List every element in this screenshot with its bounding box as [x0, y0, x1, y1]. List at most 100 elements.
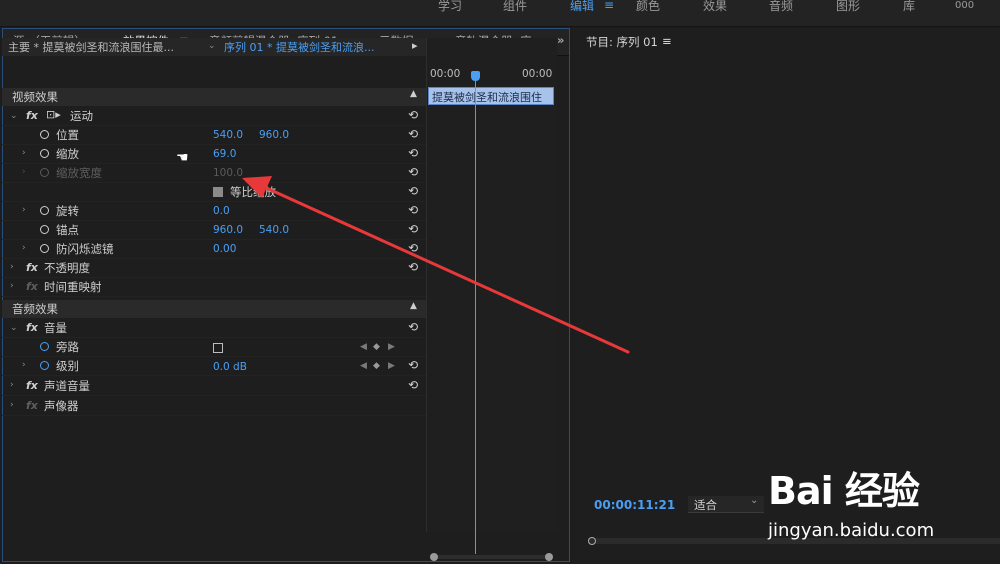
stopwatch-icon[interactable]	[40, 168, 49, 177]
fx-icon[interactable]: fx	[26, 321, 38, 334]
workspace-bar: 学习 组件 编辑 ≡ 颜色 效果 音频 图形 库 000	[0, 0, 1000, 27]
channel-volume-row[interactable]: › fx 声道音量 ⟲	[2, 377, 426, 396]
workspace-effects[interactable]: 效果	[703, 0, 727, 20]
chevron-right-icon[interactable]: ›	[22, 360, 26, 370]
add-keyframe-icon[interactable]: ◆	[373, 361, 380, 371]
add-keyframe-icon[interactable]: ◆	[373, 342, 380, 352]
chevron-right-icon[interactable]: ›	[22, 205, 26, 215]
chevron-down-icon[interactable]: ⌄	[208, 41, 216, 51]
reset-icon[interactable]: ⟲	[408, 358, 418, 372]
reset-icon[interactable]: ⟲	[408, 146, 418, 160]
timeline-start-timecode: 00:00	[430, 68, 461, 80]
level-value[interactable]: 0.0 dB	[213, 361, 247, 373]
stopwatch-icon[interactable]	[40, 244, 49, 253]
program-playhead-handle[interactable]	[588, 537, 596, 545]
stopwatch-icon[interactable]	[40, 130, 49, 139]
workspace-color[interactable]: 颜色	[636, 0, 660, 20]
volume-row[interactable]: ⌄ fx 音量 ⟲	[2, 319, 426, 338]
play-only-icon[interactable]: ▸	[412, 39, 418, 52]
scale-value[interactable]: 69.0	[213, 148, 236, 160]
timeline-clip-label: 提莫被剑圣和流浪围住	[432, 91, 542, 104]
fx-icon[interactable]: fx	[26, 379, 38, 392]
chevron-down-icon[interactable]: ⌄	[10, 323, 18, 333]
workspace-libraries[interactable]: 库	[903, 0, 915, 20]
reset-icon[interactable]: ⟲	[408, 108, 418, 122]
timeline-zoom-scrollbar[interactable]	[430, 555, 552, 559]
volume-label: 音量	[44, 321, 67, 335]
reset-icon[interactable]: ⟲	[408, 184, 418, 198]
baidu-jingyan-url: jingyan.baidu.com	[768, 520, 935, 541]
clip-header: 主要 * 提莫被剑圣和流浪围住最... ⌄ 序列 01 * 提莫被剑圣和流浪..…	[2, 38, 426, 56]
opacity-row[interactable]: › fx 不透明度 ⟲	[2, 259, 426, 278]
program-menu-icon[interactable]: ≡	[662, 34, 672, 48]
fit-dropdown[interactable]: 适合 ⌄	[688, 495, 764, 513]
stopwatch-icon[interactable]	[40, 225, 49, 234]
stopwatch-icon[interactable]	[40, 149, 49, 158]
chevron-right-icon[interactable]: ›	[22, 167, 26, 177]
workspace-learn[interactable]: 学习	[438, 0, 462, 20]
reset-icon[interactable]: ⟲	[408, 260, 418, 274]
chevron-right-icon[interactable]: ›	[10, 380, 14, 390]
motion-row[interactable]: ⌄ fx ⊡▸ 运动 ⟲	[2, 107, 426, 126]
chevron-right-icon[interactable]: ›	[10, 400, 14, 410]
workspace-more[interactable]: 000	[955, 0, 974, 20]
scale-width-label: 缩放宽度	[56, 166, 102, 180]
uniform-scale-checkbox[interactable]	[213, 187, 223, 197]
fx-icon[interactable]: fx	[26, 261, 38, 274]
stopwatch-icon[interactable]	[40, 361, 49, 370]
bypass-checkbox[interactable]	[213, 343, 223, 353]
timeline-clip[interactable]: 提莫被剑圣和流浪围住	[428, 87, 554, 105]
transform-box-icon[interactable]: ⊡▸	[46, 108, 61, 121]
master-clip-label[interactable]: 主要 * 提莫被剑圣和流浪围住最...	[8, 39, 174, 55]
reset-icon[interactable]: ⟲	[408, 320, 418, 334]
workspace-audio[interactable]: 音频	[769, 0, 793, 20]
chevron-right-icon[interactable]: ›	[10, 281, 14, 291]
anchor-x-value[interactable]: 960.0	[213, 224, 243, 236]
reset-icon[interactable]: ⟲	[408, 165, 418, 179]
playhead-handle[interactable]	[471, 71, 480, 81]
video-effects-label: 视频效果	[12, 90, 58, 104]
reset-icon[interactable]: ⟲	[408, 222, 418, 236]
effect-timeline[interactable]	[426, 38, 557, 532]
scale-width-value[interactable]: 100.0	[213, 167, 243, 179]
workspace-menu-icon[interactable]: ≡	[604, 0, 614, 12]
zoom-handle-right[interactable]	[545, 553, 553, 561]
fx-icon[interactable]: fx	[26, 109, 38, 122]
reset-icon[interactable]: ⟲	[408, 203, 418, 217]
next-keyframe-icon[interactable]: ▶	[388, 361, 395, 371]
chevron-right-icon[interactable]: ›	[10, 262, 14, 272]
chevron-right-icon[interactable]: ›	[22, 243, 26, 253]
flicker-row: › 防闪烁滤镜 0.00 ⟲	[2, 240, 426, 259]
collapse-up-icon[interactable]: ▲	[410, 301, 417, 311]
reset-icon[interactable]: ⟲	[408, 378, 418, 392]
sequence-clip-label[interactable]: 序列 01 * 提莫被剑圣和流浪...	[224, 39, 374, 55]
reset-icon[interactable]: ⟲	[408, 127, 418, 141]
next-keyframe-icon[interactable]: ▶	[388, 342, 395, 352]
chevron-down-icon[interactable]: ⌄	[10, 111, 18, 121]
time-remap-row[interactable]: › fx 时间重映射	[2, 278, 426, 297]
prev-keyframe-icon[interactable]: ◀	[360, 361, 367, 371]
rotation-value[interactable]: 0.0	[213, 205, 230, 217]
prev-keyframe-icon[interactable]: ◀	[360, 342, 367, 352]
tabs-overflow-icon[interactable]: »	[557, 33, 564, 47]
program-monitor-title[interactable]: 节目: 序列 01	[586, 34, 658, 50]
position-x-value[interactable]: 540.0	[213, 129, 243, 141]
panner-row[interactable]: › fx 声像器	[2, 397, 426, 416]
position-y-value[interactable]: 960.0	[259, 129, 289, 141]
flicker-value[interactable]: 0.00	[213, 243, 236, 255]
hand-cursor-icon: ☚	[176, 150, 189, 166]
collapse-up-icon[interactable]: ▲	[410, 89, 417, 99]
workspace-editing[interactable]: 编辑	[570, 0, 594, 20]
workspace-graphics[interactable]: 图形	[836, 0, 860, 20]
stopwatch-icon[interactable]	[40, 206, 49, 215]
workspace-assembly[interactable]: 组件	[503, 0, 527, 20]
scale-width-row: › 缩放宽度 100.0 ⟲	[2, 164, 426, 183]
reset-icon[interactable]: ⟲	[408, 241, 418, 255]
video-effects-header: 视频效果 ▲	[2, 88, 426, 106]
program-timecode[interactable]: 00:00:11:21	[594, 498, 675, 512]
stopwatch-icon[interactable]	[40, 342, 49, 351]
zoom-handle-left[interactable]	[430, 553, 438, 561]
opacity-label: 不透明度	[44, 261, 90, 275]
chevron-right-icon[interactable]: ›	[22, 148, 26, 158]
anchor-y-value[interactable]: 540.0	[259, 224, 289, 236]
